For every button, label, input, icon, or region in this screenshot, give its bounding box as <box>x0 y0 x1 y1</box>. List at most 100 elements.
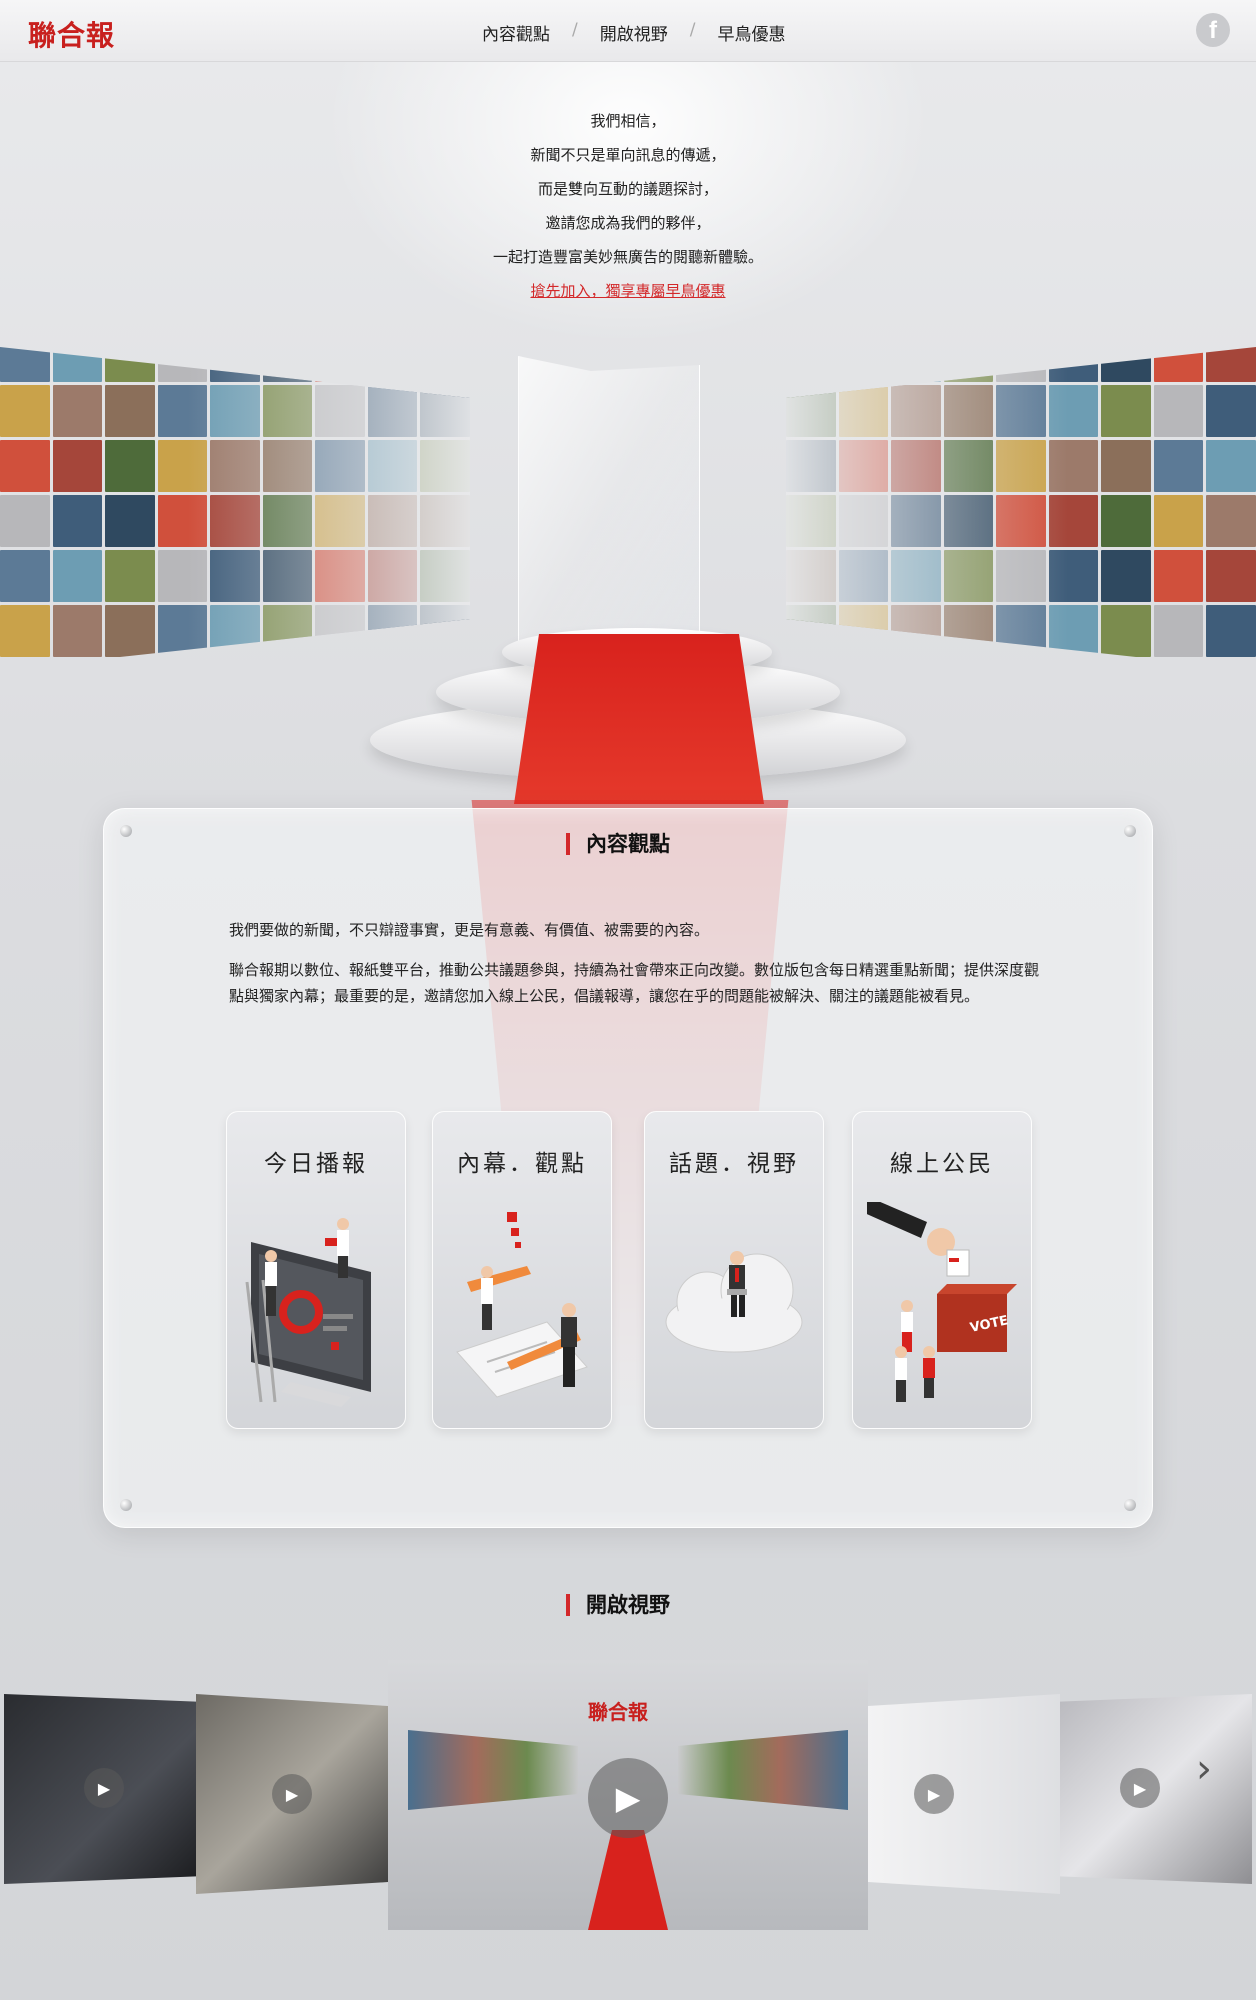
photo-tile <box>105 440 155 492</box>
featured-video-logo: 聯合報 <box>588 1700 648 1724</box>
featured-photo-wall-right <box>678 1730 848 1810</box>
play-icon[interactable]: ▶ <box>84 1768 124 1808</box>
photo-tile <box>943 605 994 657</box>
content-paragraph: 聯合報期以數位、報紙雙平台，推動公共議題參與，持續為社會帶來正向改變。數位版包含… <box>229 961 1040 1005</box>
photo-tile <box>996 347 1046 382</box>
photo-tile <box>105 605 155 657</box>
photo-tile <box>1153 440 1204 492</box>
photo-tile <box>996 550 1046 602</box>
card-title: 今日播報 <box>264 1151 368 1177</box>
photo-tile <box>262 550 313 602</box>
photo-tile <box>315 385 365 437</box>
play-icon[interactable]: ▶ <box>272 1774 312 1814</box>
photo-tile <box>838 440 889 492</box>
photo-tile <box>157 385 208 437</box>
photo-tile <box>262 495 313 547</box>
intro-text: 我們相信， 新聞不只是單向訊息的傳遞， 而是雙向互動的議題探討， 邀請您成為我們… <box>0 104 1256 308</box>
nav-content[interactable]: 內容觀點 <box>478 20 554 45</box>
photo-tile <box>996 605 1046 657</box>
pencil-illustration <box>456 1212 588 1398</box>
card-inside-perspective[interactable]: 內幕．觀點 <box>432 1111 612 1429</box>
intro-line: 我們相信， <box>590 112 666 130</box>
photo-tile <box>157 495 208 547</box>
nav-separator: / <box>572 20 578 40</box>
play-icon[interactable]: ▶ <box>588 1758 668 1838</box>
card-title: 線上公民 <box>890 1151 994 1177</box>
photo-tile <box>943 550 994 602</box>
facebook-icon[interactable]: f <box>1196 13 1230 47</box>
content-description: 我們要做的新聞，不只辯證事實，更是有意義、有價值、被需要的內容。 聯合報期以數位… <box>229 917 1039 1023</box>
nav-vision[interactable]: 開啟視野 <box>596 20 672 45</box>
card-title: 內幕．觀點 <box>457 1151 587 1177</box>
card-title: 話題．視野 <box>669 1151 799 1177</box>
photo-tile <box>420 385 470 437</box>
photo-tile <box>1153 605 1204 657</box>
photo-tile <box>157 605 208 657</box>
photo-tile <box>262 385 313 437</box>
featured-red-carpet <box>588 1830 668 1930</box>
play-icon[interactable]: ▶ <box>1120 1768 1160 1808</box>
photo-tile <box>891 550 941 602</box>
panel-rivet <box>120 1499 132 1511</box>
photo-tile <box>105 385 155 437</box>
carousel-next-arrow[interactable]: › <box>1196 1746 1212 1792</box>
video-thumb-featured[interactable]: 聯合報 ▶ <box>388 1660 868 1930</box>
photo-tile <box>420 440 470 492</box>
cloud-illustration <box>665 1251 803 1353</box>
photo-tile <box>157 550 208 602</box>
photo-tile <box>367 495 418 547</box>
photo-tile <box>786 440 836 492</box>
photo-tile <box>0 495 50 547</box>
photo-tile <box>367 440 418 492</box>
early-bird-link[interactable]: 搶先加入，獨享專屬早鳥優惠 <box>0 274 1256 308</box>
photo-tile <box>786 550 836 602</box>
photo-tile <box>210 385 260 437</box>
card-topic-vision[interactable]: 話題．視野 <box>644 1111 824 1429</box>
photo-tile <box>420 550 470 602</box>
intro-line: 一起打造豐富美妙無廣告的閱聽新體驗。 <box>492 248 763 266</box>
photo-tile <box>210 605 260 657</box>
card-today-broadcast[interactable]: 今日播報 <box>226 1111 406 1429</box>
nav-early-bird[interactable]: 早鳥優惠 <box>713 20 789 45</box>
photo-tile <box>1153 347 1204 382</box>
photo-tile <box>786 605 836 657</box>
photo-tile <box>315 440 365 492</box>
photo-tile <box>1048 385 1099 437</box>
photo-tile <box>996 495 1046 547</box>
photo-wall-right <box>786 347 1256 670</box>
photo-tile <box>1206 550 1256 602</box>
video-thumb-join[interactable]: ▶ <box>868 1694 1060 1894</box>
photo-tile <box>1101 440 1151 492</box>
photo-tile <box>838 550 889 602</box>
photo-tile <box>0 550 50 602</box>
photo-tile <box>1048 605 1099 657</box>
photo-tile <box>1048 495 1099 547</box>
intro-line: 而是雙向互動的議題探討， <box>537 180 718 198</box>
photo-tile <box>52 495 103 547</box>
photo-tile <box>1048 550 1099 602</box>
play-icon[interactable]: ▶ <box>914 1774 954 1814</box>
photo-tile <box>52 550 103 602</box>
video-thumb-headline[interactable]: ▶ <box>1060 1694 1252 1884</box>
card-online-citizen[interactable]: 線上公民 VOTE <box>852 1111 1032 1429</box>
site-logo[interactable]: 聯合報 <box>28 14 115 54</box>
photo-tile <box>210 440 260 492</box>
photo-tile <box>1206 605 1256 657</box>
photo-tile <box>996 440 1046 492</box>
photo-tile <box>420 495 470 547</box>
photo-tile <box>838 605 889 657</box>
photo-tile <box>1101 605 1151 657</box>
photo-tile <box>1153 495 1204 547</box>
photo-tile <box>210 495 260 547</box>
photo-tile <box>1153 385 1204 437</box>
video-thumb-writing[interactable]: ▶ <box>4 1694 196 1884</box>
photo-tile <box>943 385 994 437</box>
photo-tile <box>1048 347 1099 382</box>
photo-tile <box>943 495 994 547</box>
photo-tile <box>367 550 418 602</box>
photo-tile <box>891 495 941 547</box>
glass-door-illustration <box>518 356 700 656</box>
photo-tile <box>891 440 941 492</box>
video-thumb-interview[interactable]: ▶ <box>196 1694 388 1894</box>
broadcast-illustration <box>245 1218 371 1407</box>
